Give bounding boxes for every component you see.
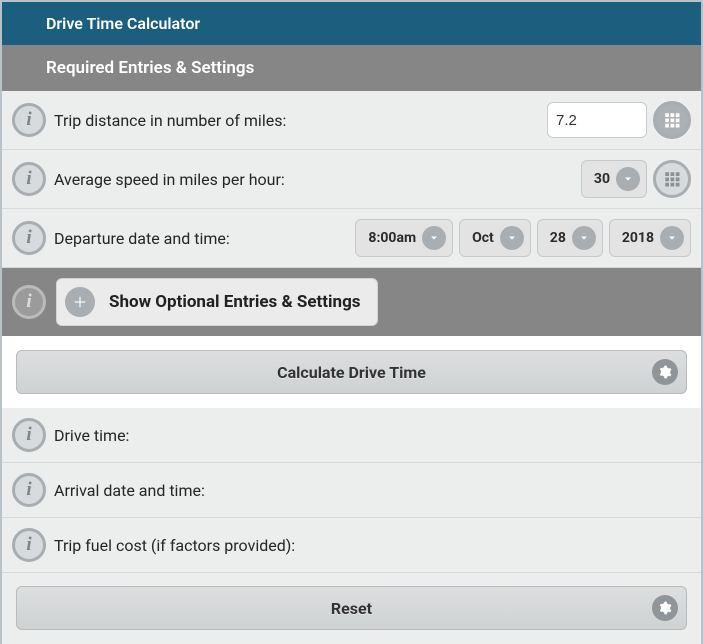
average-speed-select[interactable]: 30: [581, 160, 647, 198]
row-departure: i Departure date and time: 8:00am Oct 28…: [2, 209, 701, 268]
row-drive-time: i Drive time:: [2, 408, 701, 463]
keypad-icon[interactable]: [653, 101, 691, 139]
chevron-down-icon: [660, 226, 684, 250]
departure-day-select[interactable]: 28: [537, 219, 603, 257]
average-speed-controls: 30: [581, 160, 691, 198]
departure-time-select[interactable]: 8:00am: [355, 219, 453, 257]
gear-icon[interactable]: [652, 595, 678, 621]
average-speed-value: 30: [594, 171, 610, 187]
chevron-down-icon: [572, 226, 596, 250]
info-icon[interactable]: i: [12, 103, 46, 137]
departure-year-value: 2018: [622, 230, 654, 246]
calculate-button[interactable]: Calculate Drive Time: [16, 350, 687, 394]
chevron-down-icon: [616, 167, 640, 191]
fuel-cost-label: Trip fuel cost (if factors provided):: [54, 536, 683, 555]
departure-month-value: Oct: [472, 230, 494, 246]
departure-time-value: 8:00am: [368, 230, 416, 246]
gear-icon[interactable]: [652, 359, 678, 385]
section-required-header: Required Entries & Settings: [2, 45, 701, 91]
arrival-label: Arrival date and time:: [54, 481, 683, 500]
average-speed-label: Average speed in miles per hour:: [54, 170, 573, 189]
show-optional-label: Show Optional Entries & Settings: [109, 292, 361, 312]
departure-month-select[interactable]: Oct: [459, 219, 531, 257]
info-icon[interactable]: i: [12, 418, 46, 452]
info-icon[interactable]: i: [12, 162, 46, 196]
reset-button[interactable]: Reset: [16, 586, 687, 630]
show-optional-toggle[interactable]: Show Optional Entries & Settings: [56, 278, 378, 326]
plus-icon: [65, 287, 95, 317]
chevron-down-icon: [500, 226, 524, 250]
trip-distance-controls: [547, 101, 691, 139]
reset-area: Reset: [2, 572, 701, 644]
calculate-area: Calculate Drive Time: [2, 336, 701, 408]
page-title: Drive Time Calculator: [2, 2, 701, 45]
row-arrival: i Arrival date and time:: [2, 463, 701, 518]
trip-distance-label: Trip distance in number of miles:: [54, 111, 539, 130]
info-icon[interactable]: i: [12, 221, 46, 255]
departure-year-select[interactable]: 2018: [609, 219, 691, 257]
drive-time-label: Drive time:: [54, 426, 683, 445]
row-trip-distance: i Trip distance in number of miles:: [2, 91, 701, 150]
trip-distance-input[interactable]: [547, 102, 647, 138]
info-icon[interactable]: i: [12, 473, 46, 507]
departure-day-value: 28: [550, 230, 566, 246]
departure-controls: 8:00am Oct 28 2018: [355, 219, 691, 257]
row-fuel-cost: i Trip fuel cost (if factors provided):: [2, 518, 701, 572]
row-average-speed: i Average speed in miles per hour: 30: [2, 150, 701, 209]
calculator-container: Drive Time Calculator Required Entries &…: [0, 0, 703, 644]
departure-label: Departure date and time:: [54, 229, 347, 248]
info-icon[interactable]: i: [12, 528, 46, 562]
reset-button-label: Reset: [331, 599, 372, 618]
info-icon[interactable]: i: [12, 285, 46, 319]
keypad-icon[interactable]: [653, 160, 691, 198]
calculate-button-label: Calculate Drive Time: [277, 363, 426, 382]
optional-settings-bar: i Show Optional Entries & Settings: [2, 268, 701, 336]
chevron-down-icon: [422, 226, 446, 250]
